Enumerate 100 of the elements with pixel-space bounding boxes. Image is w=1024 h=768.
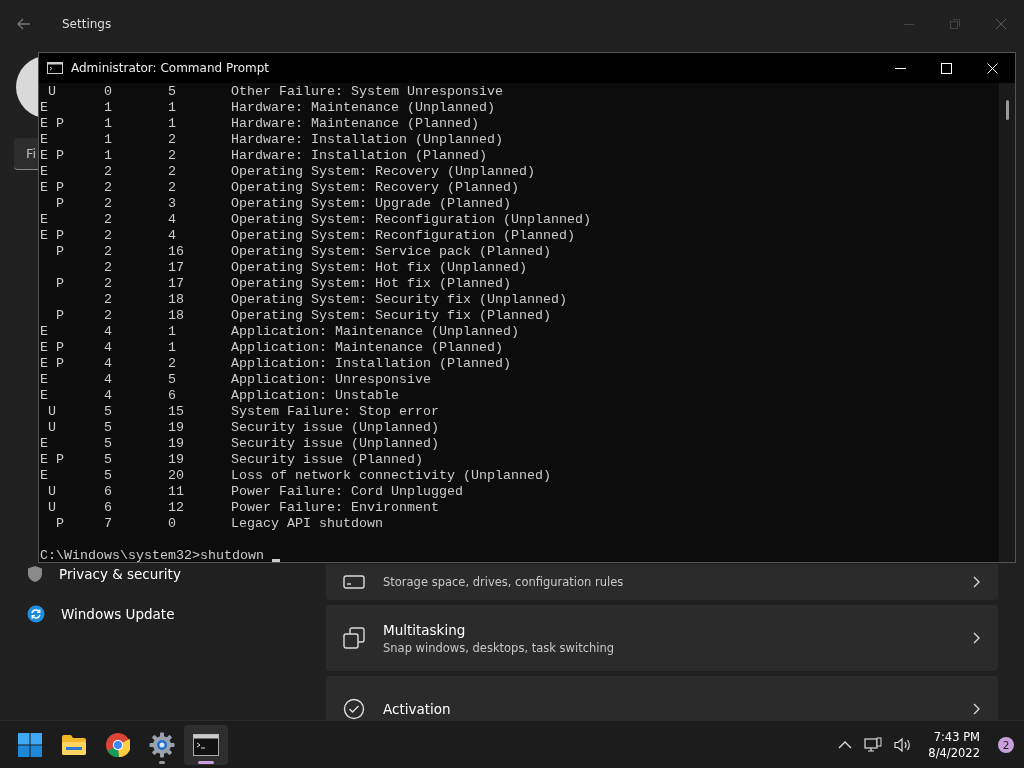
reason-text: Operating System: Recovery (Planned) (231, 180, 520, 196)
reason-text: Other Failure: System Unresponsive (231, 84, 504, 100)
taskbar-app-button[interactable] (184, 724, 228, 765)
scrollbar[interactable] (999, 83, 1015, 562)
major-code: 2 (104, 308, 113, 324)
back-arrow-icon[interactable] (16, 18, 32, 30)
folder-icon (61, 733, 87, 756)
minor-code: 1 (168, 100, 177, 116)
minimize-icon (904, 23, 914, 25)
flag-text: E (40, 164, 49, 180)
browser-icon (106, 732, 130, 757)
flag-text: P (55, 308, 65, 324)
reason-text: Operating System: Recovery (Unplanned) (231, 164, 536, 180)
reason-text: Operating System: Reconfiguration (Planned) (231, 228, 576, 244)
minor-code: 15 (168, 404, 185, 420)
reason-text: Operating System: Service pack (Planned) (231, 244, 552, 260)
reason-text: Power Failure: Cord Unplugged (231, 484, 464, 500)
search-field[interactable]: Fi (14, 138, 38, 170)
reason-text: Security issue (Unplanned) (231, 420, 440, 436)
major-code: 4 (104, 356, 113, 372)
major-code: 4 (104, 388, 113, 404)
minor-code: 4 (168, 228, 177, 244)
reason-text: Hardware: Installation (Planned) (231, 148, 488, 164)
major-code: 2 (104, 180, 113, 196)
network-icon[interactable] (862, 734, 885, 755)
chevron-right-icon (973, 576, 980, 588)
flag-text: E P (40, 340, 65, 356)
major-code: 2 (104, 228, 113, 244)
minor-code: 5 (168, 84, 177, 100)
refresh-icon (27, 605, 45, 623)
major-code: 4 (104, 372, 113, 388)
notification-badge[interactable]: 2 (998, 736, 1014, 753)
card-title: Activation (383, 701, 451, 717)
close-icon (986, 62, 998, 74)
major-code: 5 (104, 420, 113, 436)
settings-card[interactable]: Activation (326, 676, 998, 720)
reason-text: Operating System: Security fix (Unplanned) (231, 292, 568, 308)
major-code: 2 (104, 244, 113, 260)
command-line[interactable]: C:\Windows\system32>shutdown (40, 548, 264, 564)
flag-text: E (40, 100, 49, 116)
minor-code: 4 (168, 212, 177, 228)
minor-code: 6 (168, 388, 177, 404)
terminal-icon (193, 733, 219, 756)
console-icon (47, 62, 63, 74)
flag-text: E P (40, 452, 65, 468)
minor-code: 2 (168, 148, 177, 164)
clock[interactable]: 7:43 PM 8/4/2022 (922, 728, 986, 761)
major-code: 5 (104, 404, 113, 420)
reason-text: System Failure: Stop error (231, 404, 440, 420)
major-code: 2 (104, 196, 113, 212)
maximize-icon (940, 62, 952, 74)
reason-text: Operating System: Upgrade (Planned) (231, 196, 512, 212)
major-code: 6 (104, 484, 113, 500)
card-title: Multitasking (383, 621, 467, 638)
reason-text: Hardware: Installation (Unplanned) (231, 132, 504, 148)
flag-text: E (40, 388, 49, 404)
reason-text: Application: Installation (Planned) (231, 356, 512, 372)
minor-code: 11 (168, 484, 185, 500)
flag-text: U (47, 500, 57, 516)
reason-text: Operating System: Security fix (Planned) (231, 308, 552, 324)
flag-text: E (40, 132, 49, 148)
reason-text: Operating System: Hot fix (Planned) (231, 276, 512, 292)
close-icon (996, 19, 1006, 29)
flag-text: E P (40, 180, 65, 196)
major-code: 2 (104, 276, 113, 292)
major-code: 5 (104, 468, 113, 484)
minor-code: 18 (168, 308, 185, 324)
card-subtitle: Snap windows, desktops, task switching (383, 640, 615, 655)
text-cursor (271, 559, 280, 562)
reason-text: Loss of network connectivity (Unplanned) (231, 468, 552, 484)
major-code: 1 (104, 148, 113, 164)
reason-text: Application: Unresponsive (231, 372, 432, 388)
flag-text: P (55, 276, 65, 292)
flag-text: E (40, 372, 49, 388)
gear-icon (149, 731, 175, 758)
reason-text: Application: Unstable (231, 388, 400, 404)
major-code: 1 (104, 132, 113, 148)
chevron-right-icon (973, 703, 980, 715)
settings-card[interactable]: Storage space, drives, configuration rules (326, 564, 998, 600)
minor-code: 19 (168, 452, 185, 468)
major-code: 1 (104, 116, 113, 132)
flag-text: E P (40, 116, 65, 132)
reason-text: Hardware: Maintenance (Planned) (231, 116, 480, 132)
major-code: 2 (104, 212, 113, 228)
settings-card[interactable]: Multitasking Snap windows, desktops, task switching (326, 605, 998, 671)
drive-icon (343, 575, 365, 589)
major-code: 4 (104, 324, 113, 340)
minor-code: 2 (168, 180, 177, 196)
flag-text: U (47, 404, 57, 420)
reason-text: Security issue (Planned) (231, 452, 424, 468)
major-code: 4 (104, 340, 113, 356)
minor-code: 12 (168, 500, 185, 516)
sidebar-item[interactable]: Windows Update (0, 594, 310, 634)
check-circle-icon (343, 698, 365, 720)
minor-code: 1 (168, 116, 177, 132)
minor-code: 0 (168, 516, 177, 532)
minor-code: 2 (168, 164, 177, 180)
flag-text: U (47, 84, 57, 100)
minor-code: 20 (168, 468, 185, 484)
major-code: 5 (104, 452, 113, 468)
